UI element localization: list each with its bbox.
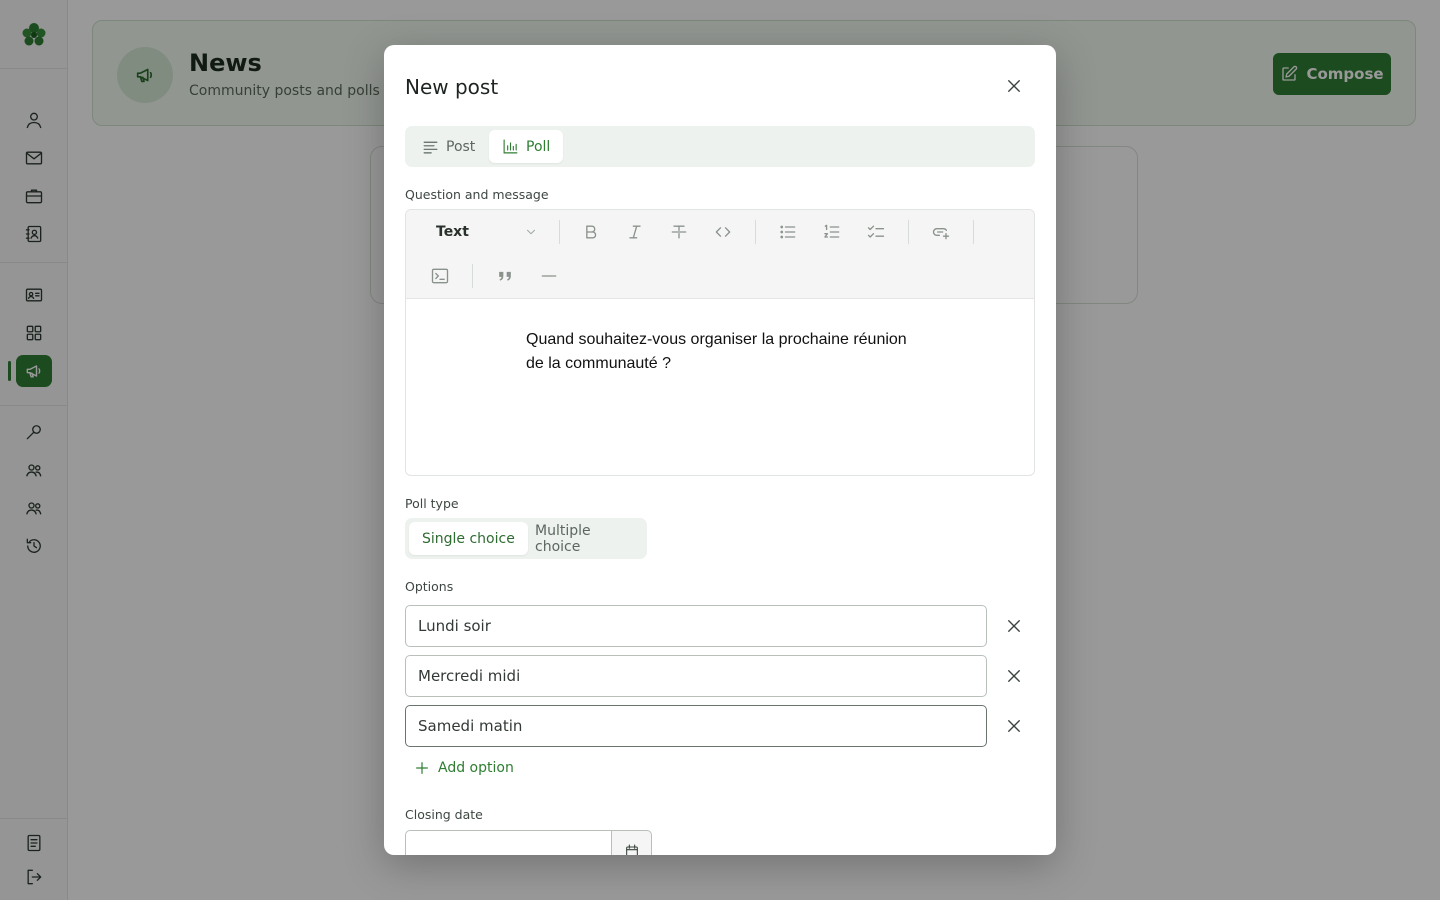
code-icon xyxy=(715,227,731,237)
numbered-list-button[interactable] xyxy=(819,219,845,245)
checklist-button[interactable] xyxy=(863,219,889,245)
horizontal-rule-button[interactable] xyxy=(536,263,562,289)
numbered-list-icon xyxy=(824,224,840,238)
remove-option-button[interactable] xyxy=(1002,714,1026,738)
editor-text-line: de la communauté ? xyxy=(526,355,671,372)
toolbar-divider xyxy=(908,220,909,244)
question-label: Question and message xyxy=(405,187,549,202)
date-picker-button[interactable] xyxy=(611,830,652,855)
close-icon xyxy=(1008,720,1020,732)
bullet-list-button[interactable] xyxy=(775,219,801,245)
add-option-button[interactable]: Add option xyxy=(414,760,514,776)
block-type-select[interactable]: Text xyxy=(416,219,546,245)
code-block-button[interactable] xyxy=(427,263,453,289)
quote-icon xyxy=(499,271,511,281)
tab-post[interactable]: Post xyxy=(409,130,488,163)
single-choice-option[interactable]: Single choice xyxy=(409,522,528,555)
option-input[interactable] xyxy=(405,655,987,697)
link-button[interactable] xyxy=(928,219,954,245)
checklist-icon xyxy=(867,225,885,238)
new-post-modal: New post Post Poll Question and message … xyxy=(384,45,1056,855)
add-option-label: Add option xyxy=(438,760,514,776)
modal-title: New post xyxy=(405,75,499,99)
strikethrough-icon xyxy=(671,225,687,239)
editor-content[interactable]: Quand souhaitez-vous organiser la procha… xyxy=(526,328,926,376)
chevron-down-icon xyxy=(527,229,535,235)
tab-poll[interactable]: Poll xyxy=(489,130,564,163)
poll-type-toggle: Single choice Multiple choice xyxy=(405,518,647,559)
italic-icon xyxy=(629,225,641,239)
editor-toolbar: Text xyxy=(406,210,1034,299)
options-label: Options xyxy=(405,579,454,594)
toolbar-divider xyxy=(973,220,974,244)
closing-date-input[interactable] xyxy=(405,830,612,855)
close-button[interactable] xyxy=(1002,74,1026,98)
text-lines-icon xyxy=(423,141,438,154)
inline-code-button[interactable] xyxy=(710,219,736,245)
rich-text-editor: Text Quand souhaitez-vous organiser la p… xyxy=(405,209,1035,476)
strikethrough-button[interactable] xyxy=(666,219,692,245)
close-icon xyxy=(1008,620,1020,632)
closing-date-label: Closing date xyxy=(405,807,483,822)
remove-option-button[interactable] xyxy=(1002,664,1026,688)
tab-post-label: Post xyxy=(446,138,476,155)
calendar-icon xyxy=(625,844,638,855)
terminal-icon xyxy=(431,268,449,284)
editor-text-line: Quand souhaitez-vous organiser la procha… xyxy=(526,331,907,348)
link-icon xyxy=(932,227,950,240)
bullet-list-icon xyxy=(780,225,796,239)
block-type-value: Text xyxy=(436,224,469,240)
bar-chart-icon xyxy=(503,139,518,154)
multiple-choice-option[interactable]: Multiple choice xyxy=(522,522,647,555)
tab-poll-label: Poll xyxy=(526,138,551,155)
horizontal-rule-icon xyxy=(541,275,557,277)
bold-button[interactable] xyxy=(578,219,604,245)
poll-type-label: Poll type xyxy=(405,496,459,511)
plus-icon xyxy=(416,762,428,774)
italic-button[interactable] xyxy=(622,219,648,245)
toolbar-divider xyxy=(559,220,560,244)
toolbar-divider xyxy=(472,264,473,288)
close-icon xyxy=(1008,670,1020,682)
quote-button[interactable] xyxy=(492,263,518,289)
bold-icon xyxy=(586,225,597,239)
toolbar-divider xyxy=(755,220,756,244)
close-icon xyxy=(1008,80,1020,92)
option-input[interactable] xyxy=(405,605,987,647)
remove-option-button[interactable] xyxy=(1002,614,1026,638)
option-input[interactable] xyxy=(405,705,987,747)
post-type-tabs: Post Poll xyxy=(405,126,1035,167)
